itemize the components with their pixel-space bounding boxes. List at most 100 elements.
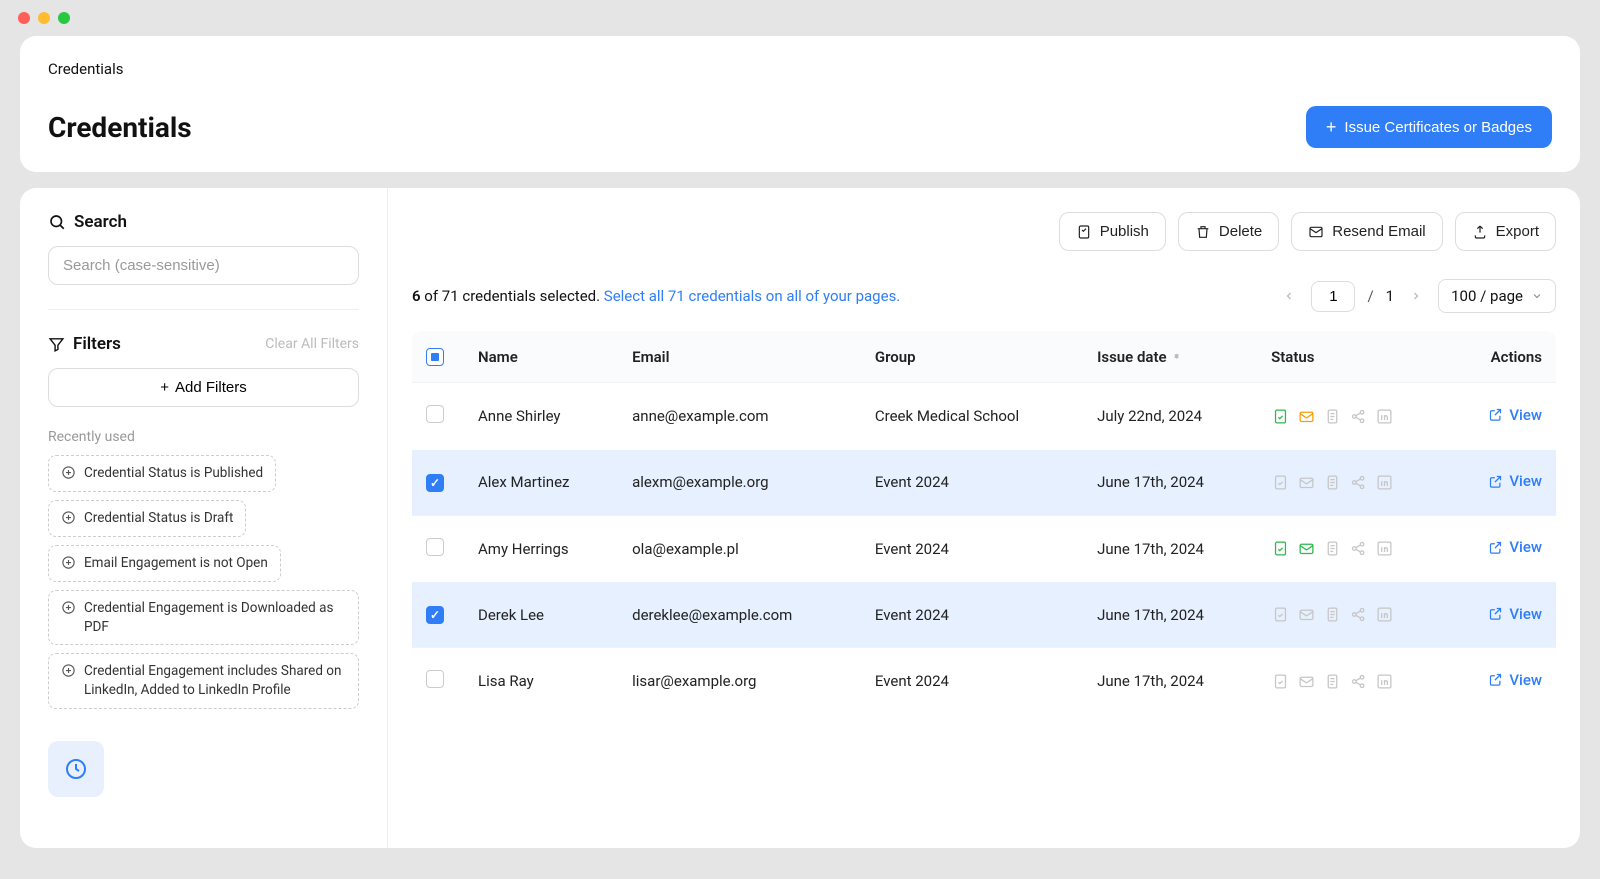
header-card: Credentials Credentials + Issue Certific… (20, 36, 1580, 172)
row-checkbox[interactable] (426, 606, 444, 624)
view-link[interactable]: View (1488, 671, 1542, 689)
cell-name: Lisa Ray (464, 648, 618, 715)
clear-filters-button[interactable]: Clear All Filters (265, 336, 359, 352)
delete-button[interactable]: Delete (1178, 212, 1279, 251)
mail-status-icon (1298, 606, 1315, 623)
select-all-link[interactable]: Select all 71 credentials on all of your… (604, 287, 900, 305)
row-checkbox[interactable] (426, 405, 444, 423)
plus-circle-icon (61, 555, 76, 570)
issue-certificates-button[interactable]: + Issue Certificates or Badges (1306, 106, 1552, 148)
cell-issue-date: June 17th, 2024 (1083, 648, 1257, 715)
status-icons (1271, 407, 1436, 425)
view-label: View (1509, 472, 1542, 490)
column-email[interactable]: Email (618, 331, 861, 383)
view-link[interactable]: View (1488, 538, 1542, 556)
cell-email: lisar@example.org (618, 648, 861, 715)
selection-text: of 71 credentials selected. (421, 287, 604, 305)
view-link[interactable]: View (1488, 605, 1542, 623)
history-tile[interactable] (48, 741, 104, 797)
doc-status-icon (1272, 673, 1289, 690)
status-icons (1271, 540, 1436, 558)
column-name[interactable]: Name (464, 331, 618, 383)
clock-icon (64, 757, 88, 781)
publish-button[interactable]: Publish (1059, 212, 1166, 251)
selection-status: 6 of 71 credentials selected. Select all… (412, 287, 900, 305)
share-status-icon (1350, 408, 1367, 425)
page-total: 1 (1386, 287, 1394, 305)
funnel-icon (48, 336, 65, 353)
status-icons (1271, 672, 1436, 690)
cell-group: Creek Medical School (861, 383, 1083, 450)
view-link[interactable]: View (1488, 406, 1542, 424)
cell-email: ola@example.pl (618, 515, 861, 582)
filter-chip[interactable]: Credential Engagement is Downloaded as P… (48, 590, 359, 646)
page-size-select[interactable]: 100 / page (1438, 279, 1556, 313)
filter-chip[interactable]: Credential Status is Draft (48, 500, 246, 537)
page-status-icon (1324, 408, 1341, 425)
column-status: Status (1257, 331, 1450, 383)
row-checkbox[interactable] (426, 538, 444, 556)
cell-issue-date: June 17th, 2024 (1083, 450, 1257, 516)
linkedin-status-icon (1376, 606, 1393, 623)
page-number-input[interactable] (1311, 281, 1355, 312)
filter-chip[interactable]: Credential Engagement includes Shared on… (48, 653, 359, 709)
export-button[interactable]: Export (1455, 212, 1556, 251)
status-icons (1271, 473, 1436, 491)
mail-status-icon (1298, 673, 1315, 690)
column-group[interactable]: Group (861, 331, 1083, 383)
cell-email: anne@example.com (618, 383, 861, 450)
table-row: Amy Herringsola@example.plEvent 2024June… (412, 515, 1556, 582)
cell-email: dereklee@example.com (618, 582, 861, 648)
column-actions: Actions (1451, 331, 1556, 383)
page-title: Credentials (48, 111, 192, 144)
chevron-left-icon (1283, 290, 1295, 302)
cell-issue-date: June 17th, 2024 (1083, 582, 1257, 648)
column-issue-date[interactable]: Issue date ▲▼ (1083, 331, 1257, 383)
add-filters-label: Add Filters (175, 379, 247, 396)
search-input[interactable] (48, 246, 359, 285)
view-label: View (1509, 605, 1542, 623)
plus-circle-icon (61, 600, 76, 615)
linkedin-status-icon (1376, 474, 1393, 491)
window-titlebar (0, 0, 1600, 36)
window-close-button[interactable] (18, 12, 30, 24)
filters-label: Filters (73, 334, 121, 354)
external-link-icon (1488, 407, 1503, 422)
cell-name: Derek Lee (464, 582, 618, 648)
share-status-icon (1350, 606, 1367, 623)
publish-icon (1076, 224, 1092, 240)
window-minimize-button[interactable] (38, 12, 50, 24)
cell-group: Event 2024 (861, 582, 1083, 648)
divider (48, 309, 359, 310)
filter-chip[interactable]: Email Engagement is not Open (48, 545, 281, 582)
row-checkbox[interactable] (426, 474, 444, 492)
share-status-icon (1350, 673, 1367, 690)
external-link-icon (1488, 606, 1503, 621)
add-filters-button[interactable]: + Add Filters (48, 368, 359, 407)
page-status-icon (1324, 540, 1341, 557)
linkedin-status-icon (1376, 408, 1393, 425)
plus-icon: + (160, 380, 169, 395)
resend-email-button[interactable]: Resend Email (1291, 212, 1442, 251)
prev-page-button[interactable] (1279, 286, 1299, 306)
page-status-icon (1324, 606, 1341, 623)
view-link[interactable]: View (1488, 472, 1542, 490)
cell-email: alexm@example.org (618, 450, 861, 516)
select-all-checkbox[interactable] (426, 348, 444, 366)
table-row: Derek Leedereklee@example.comEvent 2024J… (412, 582, 1556, 648)
view-label: View (1509, 671, 1542, 689)
cell-issue-date: July 22nd, 2024 (1083, 383, 1257, 450)
page-separator: / (1367, 287, 1373, 305)
next-page-button[interactable] (1406, 286, 1426, 306)
filter-chip-label: Email Engagement is not Open (84, 554, 268, 573)
window-maximize-button[interactable] (58, 12, 70, 24)
share-status-icon (1350, 474, 1367, 491)
plus-circle-icon (61, 465, 76, 480)
view-label: View (1509, 406, 1542, 424)
plus-circle-icon (61, 663, 76, 678)
issue-certificates-label: Issue Certificates or Badges (1344, 119, 1532, 136)
search-label: Search (74, 212, 127, 232)
filter-chip[interactable]: Credential Status is Published (48, 455, 276, 492)
sidebar: Search Filters Clear All Filters + Add F… (20, 188, 388, 848)
row-checkbox[interactable] (426, 670, 444, 688)
